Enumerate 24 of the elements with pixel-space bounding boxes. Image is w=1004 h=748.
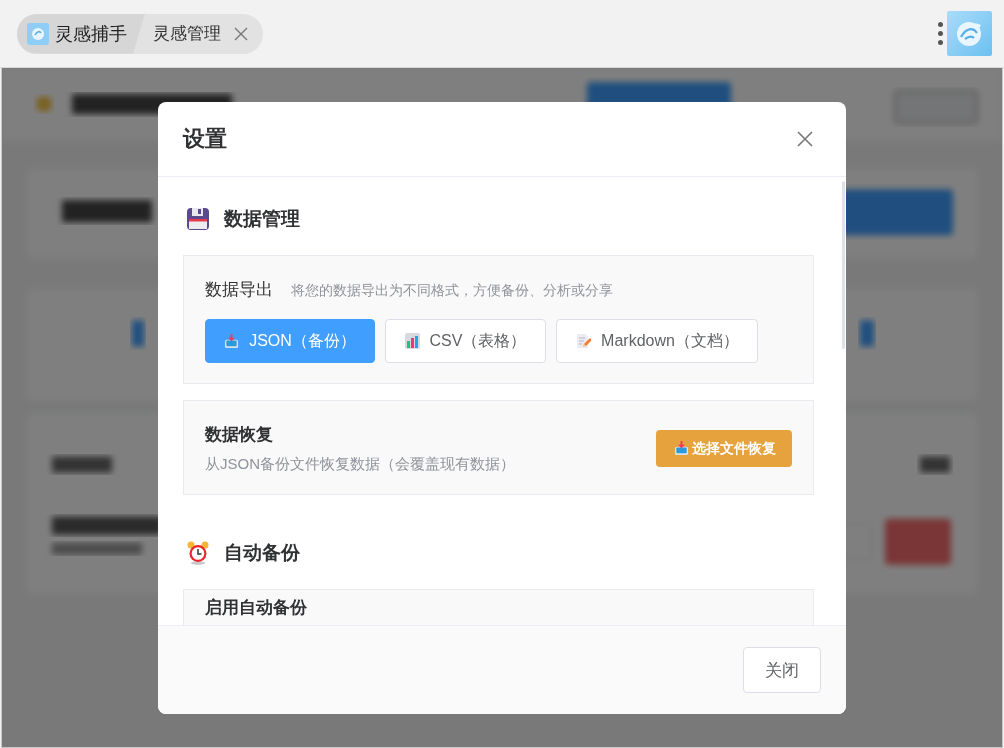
export-description: 将您的数据导出为不同格式，方便备份、分析或分享 (291, 282, 613, 300)
close-icon[interactable] (796, 130, 814, 148)
app-icon (27, 22, 49, 45)
export-button[interactable]: CSV（表格） (385, 319, 546, 363)
auto-backup-label: 启用自动备份 (205, 598, 307, 617)
scrollbar[interactable] (842, 181, 845, 349)
restore-description: 从JSON备份文件恢复数据（会覆盖现有数据） (205, 455, 515, 474)
download-box-icon (224, 333, 240, 349)
download-box-icon (674, 441, 689, 456)
alarm-clock-icon (186, 541, 210, 565)
close-icon[interactable] (233, 25, 249, 42)
section-title: 自动备份 (224, 541, 300, 565)
section-title: 数据管理 (224, 207, 300, 231)
close-button[interactable]: 关闭 (743, 647, 821, 693)
export-label: 数据导出 (205, 279, 273, 301)
blurred-number (132, 320, 144, 347)
more-menu-icon[interactable] (938, 22, 943, 45)
dialog-title: 设置 (183, 125, 227, 153)
restore-title: 数据恢复 (205, 424, 274, 446)
browser-tab[interactable]: 灵感捕手 (17, 13, 145, 54)
memo-pencil-icon (575, 333, 592, 349)
bar-chart-icon (404, 333, 420, 349)
blurred-number (860, 320, 874, 347)
export-button[interactable]: Markdown（文档） (556, 319, 758, 363)
